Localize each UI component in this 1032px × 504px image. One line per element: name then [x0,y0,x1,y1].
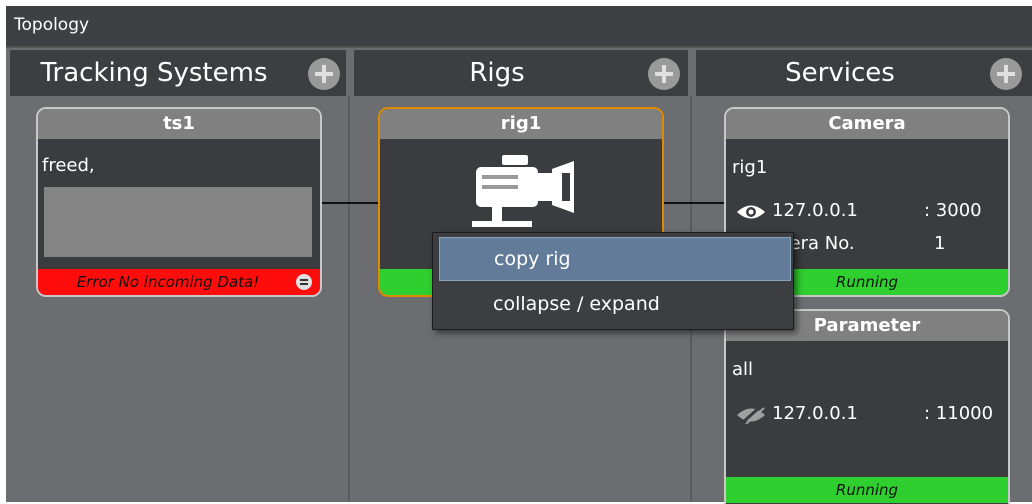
context-menu: copy rig collapse / expand [432,232,794,330]
port: : 11000 [924,403,994,424]
status-bar-running: Running [726,477,1008,503]
column-title-rigs: Rigs [469,58,525,88]
menu-item-label: copy rig [494,248,571,270]
column-header-tracking-systems: Tracking Systems [10,50,346,96]
service-rig-name: rig1 [732,157,768,178]
column-title-services: Services [785,58,895,88]
connection-line [320,202,380,204]
card-title: Camera [726,109,1008,139]
tracking-system-card[interactable]: ts1 freed, Error No incoming Data! [36,107,322,297]
data-preview-area [44,187,312,257]
column-header-services: Services [696,50,1032,96]
service-scope: all [732,359,754,380]
window-title: Topology [14,15,90,35]
menu-item-collapse-expand[interactable]: collapse / expand [439,283,789,325]
connection-line [662,202,726,204]
add-service-icon[interactable] [990,58,1022,90]
card-title: rig1 [380,109,662,139]
menu-item-label: collapse / expand [493,293,660,315]
menu-icon[interactable] [296,274,312,290]
status-text: Running [835,481,899,499]
menu-item-copy-rig[interactable]: copy rig [439,237,791,281]
tracking-system-name: freed, [42,155,95,176]
ip-address: 127.0.0.1 [772,403,858,424]
video-camera-icon [462,151,580,235]
card-title: ts1 [38,109,320,139]
camera-number-value: 1 [934,233,946,254]
parameter-service-card[interactable]: Parameter all 127.0.0.1 : 11000 Running [724,309,1010,504]
status-bar-error: Error No incoming Data! [38,269,320,295]
topology-window: Topology Tracking Systems Rigs Services … [0,0,1032,504]
column-header-rigs: Rigs [354,50,688,96]
column-title-tracking-systems: Tracking Systems [40,58,268,88]
ip-address: 127.0.0.1 [772,200,858,221]
add-tracking-system-icon[interactable] [308,58,340,90]
eye-icon[interactable] [736,203,766,221]
column-divider [348,96,350,502]
status-text: Running [835,273,899,291]
port: : 3000 [924,200,982,221]
status-text: Error No incoming Data! [76,273,260,291]
title-bar: Topology [6,6,1032,48]
eye-slash-icon[interactable] [736,405,766,425]
add-rig-icon[interactable] [648,58,680,90]
